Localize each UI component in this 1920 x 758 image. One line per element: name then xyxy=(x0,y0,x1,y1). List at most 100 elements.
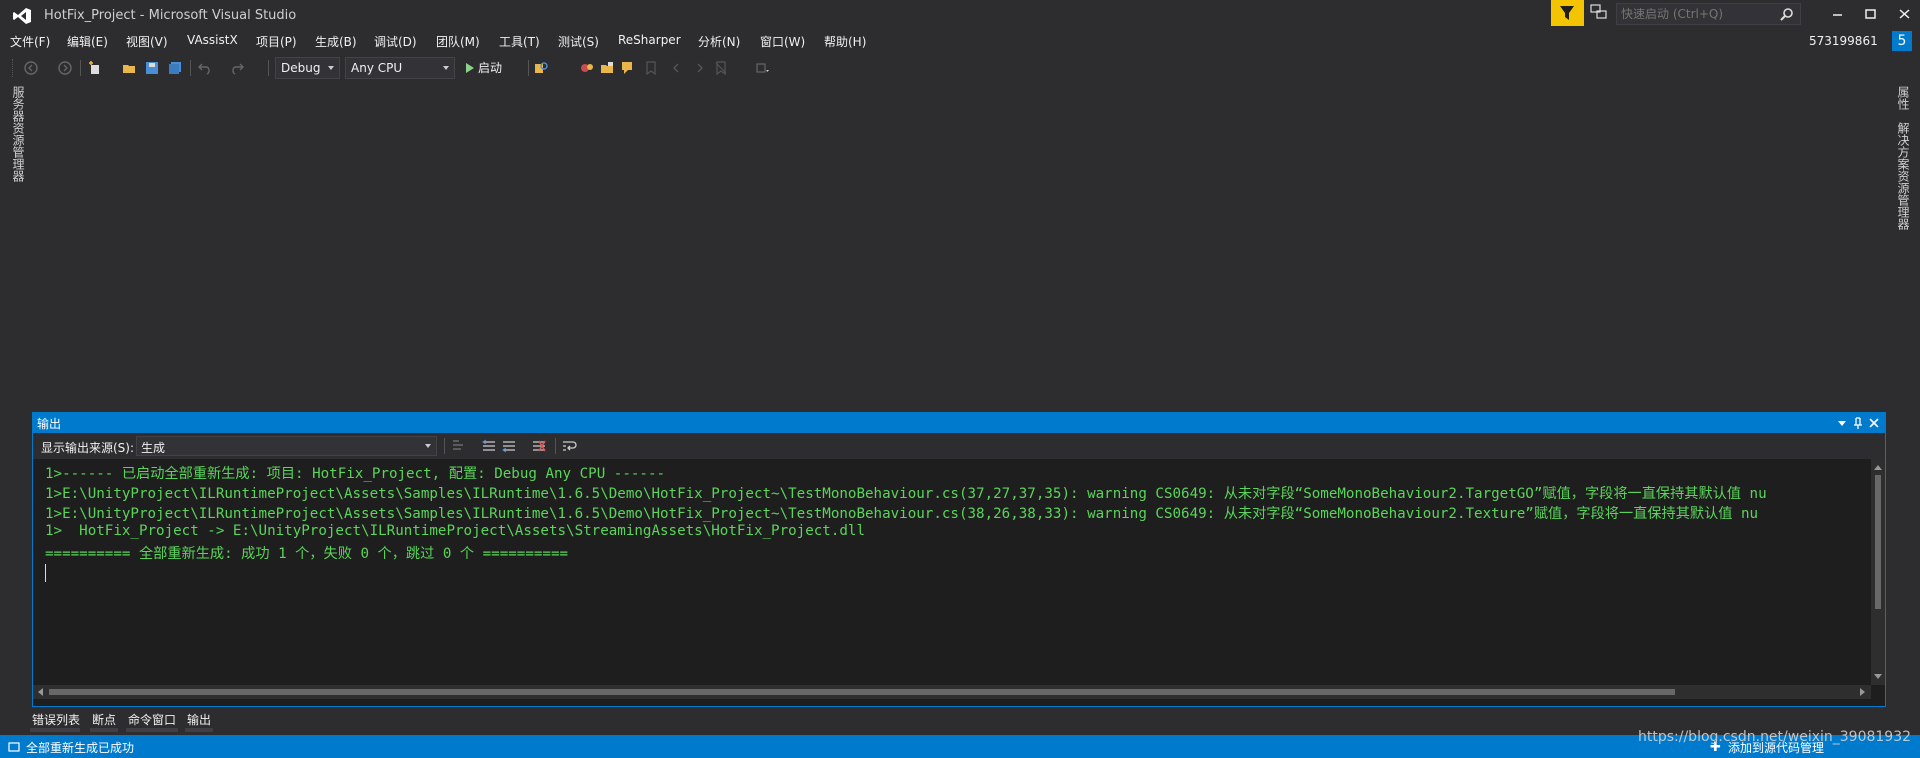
save-all-icon[interactable] xyxy=(168,61,182,75)
toolbar-separator xyxy=(268,60,269,76)
side-tab-properties[interactable]: 属性 xyxy=(1895,86,1912,110)
tab-indicator xyxy=(30,728,80,732)
open-file-icon[interactable] xyxy=(122,61,136,75)
undo-icon[interactable] xyxy=(198,61,212,75)
scroll-right-icon[interactable] xyxy=(1860,688,1865,696)
feedback-button[interactable] xyxy=(1590,4,1610,22)
toolbar-options-icon[interactable] xyxy=(756,61,770,75)
vertical-scroll-thumb[interactable] xyxy=(1875,475,1881,609)
menu-resharper[interactable]: ReSharper xyxy=(618,33,681,47)
prev-bookmark-icon[interactable] xyxy=(670,61,684,75)
output-window-header[interactable]: 输出 xyxy=(33,413,1885,433)
output-source-label: 显示输出来源(S): xyxy=(41,441,135,455)
maximize-icon xyxy=(1865,9,1876,19)
toolbar-separator xyxy=(444,438,445,454)
status-message-icon xyxy=(8,742,20,752)
menu-debug[interactable]: 调试(D) xyxy=(374,33,417,50)
watermark: https://blog.csdn.net/weixin_39081932 xyxy=(1638,729,1912,745)
menu-team[interactable]: 团队(M) xyxy=(436,33,480,50)
new-project-icon[interactable] xyxy=(88,61,102,75)
output-window-title: 输出 xyxy=(37,417,62,431)
close-icon[interactable] xyxy=(1867,416,1881,430)
side-tab-solution-explorer[interactable]: 解决方案资源管理器 xyxy=(1895,122,1912,230)
menu-vassistx[interactable]: VAssistX xyxy=(187,33,238,47)
output-window: 输出 显示输出来源(S): 生成 1>------ 已启动全部重新生成: 项目:… xyxy=(32,412,1886,707)
side-tab-server-explorer[interactable]: 服务器资源管理器 xyxy=(10,86,27,182)
menu-tools[interactable]: 工具(T) xyxy=(499,33,540,50)
status-message: 全部重新生成已成功 xyxy=(26,741,135,755)
notification-filter-button[interactable] xyxy=(1551,0,1584,26)
window-title: HotFix_Project - Microsoft Visual Studio xyxy=(44,8,297,23)
menu-window[interactable]: 窗口(W) xyxy=(760,33,805,50)
team-explorer-icon[interactable] xyxy=(580,61,594,75)
vertical-scrollbar[interactable] xyxy=(1871,459,1885,685)
start-debug-button[interactable]: 启动 xyxy=(462,59,502,77)
horizontal-scroll-thumb[interactable] xyxy=(49,689,1675,695)
menu-project[interactable]: 项目(P) xyxy=(256,33,297,50)
menu-test[interactable]: 测试(S) xyxy=(558,33,599,50)
previous-message-icon[interactable] xyxy=(481,438,497,454)
close-button[interactable] xyxy=(1893,4,1917,24)
output-source-select[interactable]: 生成 xyxy=(136,436,437,456)
minimize-icon xyxy=(1833,14,1842,16)
menu-bar: 文件(F) 编辑(E) 视图(V) VAssistX 项目(P) 生成(B) 调… xyxy=(0,30,1920,52)
quick-launch-box[interactable] xyxy=(1616,3,1801,25)
next-message-icon[interactable] xyxy=(501,438,517,454)
search-icon[interactable] xyxy=(1780,7,1794,21)
forward-icon[interactable] xyxy=(58,61,72,75)
output-line: 1>E:\UnityProject\ILRuntimeProject\Asset… xyxy=(45,486,1767,502)
output-line: 1>------ 已启动全部重新生成: 项目: HotFix_Project, … xyxy=(45,466,666,482)
next-bookmark-icon[interactable] xyxy=(692,61,706,75)
quick-launch-input[interactable] xyxy=(1621,6,1771,22)
scroll-down-icon[interactable] xyxy=(1874,674,1882,679)
tab-error-list[interactable]: 错误列表 xyxy=(30,711,82,728)
solution-platform-select[interactable]: Any CPU xyxy=(345,57,455,79)
output-source-value: 生成 xyxy=(141,441,166,455)
tab-indicator xyxy=(185,728,213,732)
tab-output[interactable]: 输出 xyxy=(185,711,213,728)
minimize-button[interactable] xyxy=(1826,4,1850,24)
visual-studio-logo-icon xyxy=(13,8,31,24)
redo-icon[interactable] xyxy=(230,61,244,75)
menu-view[interactable]: 视图(V) xyxy=(126,33,168,50)
horizontal-scrollbar[interactable] xyxy=(33,685,1871,699)
tab-indicator xyxy=(126,728,178,732)
notification-badge[interactable]: 5 xyxy=(1892,31,1912,51)
toolbar-separator xyxy=(555,438,556,454)
pin-icon[interactable] xyxy=(1851,416,1865,430)
menu-edit[interactable]: 编辑(E) xyxy=(67,33,108,50)
find-message-in-code-icon[interactable] xyxy=(450,438,466,454)
output-line: 1>E:\UnityProject\ILRuntimeProject\Asset… xyxy=(45,506,1759,522)
play-icon xyxy=(466,63,474,73)
toolbar-separator xyxy=(190,60,191,76)
output-line: 1> HotFix_Project -> E:\UnityProject\ILR… xyxy=(45,523,865,539)
toolbar-separator xyxy=(528,60,529,76)
clear-all-icon[interactable] xyxy=(531,438,547,454)
tab-indicator xyxy=(90,728,118,732)
tab-command-window[interactable]: 命令窗口 xyxy=(126,711,178,728)
output-text-area[interactable]: 1>------ 已启动全部重新生成: 项目: HotFix_Project, … xyxy=(33,459,1871,685)
toolbar-separator xyxy=(80,60,81,76)
toolbar-grip[interactable] xyxy=(12,59,16,77)
menu-file[interactable]: 文件(F) xyxy=(10,33,50,50)
find-in-files-icon[interactable] xyxy=(534,61,548,75)
clear-bookmarks-icon[interactable] xyxy=(714,61,728,75)
maximize-button[interactable] xyxy=(1859,4,1883,24)
bookmark-icon[interactable] xyxy=(644,61,658,75)
solution-explorer-icon[interactable] xyxy=(600,61,614,75)
menu-analyze[interactable]: 分析(N) xyxy=(698,33,740,50)
back-icon[interactable] xyxy=(24,61,38,75)
menu-build[interactable]: 生成(B) xyxy=(315,33,357,50)
solution-platform-value: Any CPU xyxy=(351,61,403,75)
solution-configuration-select[interactable]: Debug xyxy=(275,57,340,79)
scroll-up-icon[interactable] xyxy=(1874,465,1882,470)
tab-breakpoints[interactable]: 断点 xyxy=(90,711,118,728)
window-position-dropdown-icon[interactable] xyxy=(1835,416,1849,430)
scroll-left-icon[interactable] xyxy=(38,688,43,696)
comment-icon[interactable] xyxy=(621,61,635,75)
save-icon[interactable] xyxy=(145,61,159,75)
filter-icon xyxy=(1560,6,1574,20)
toggle-word-wrap-icon[interactable] xyxy=(561,438,577,454)
user-account[interactable]: 573199861 xyxy=(1809,34,1878,48)
menu-help[interactable]: 帮助(H) xyxy=(824,33,866,50)
